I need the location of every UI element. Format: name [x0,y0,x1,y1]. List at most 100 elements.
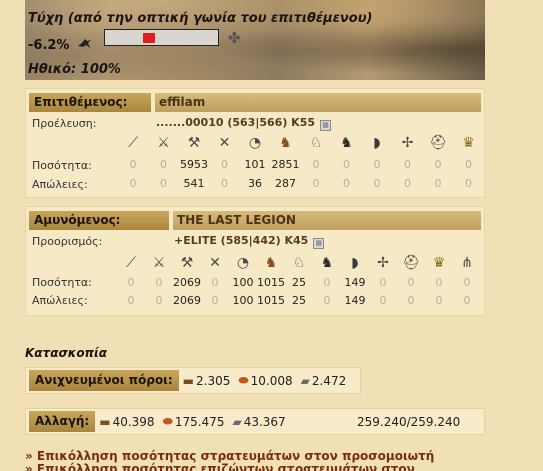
defender-quantity-cell: 100 [232,276,254,289]
defender-losses-label: Απώλειες: [32,294,88,307]
clay-icon: ⬬ [238,373,249,387]
attacker-quantity-cell: 0 [343,158,350,171]
attacker-losses-cell: 287 [275,177,296,190]
noble-icon: ♛ [432,255,446,271]
attacker-name[interactable]: effilam [155,93,481,112]
attacker-quantity-cell: 0 [129,158,137,171]
defender-losses-cell: 0 [127,294,135,307]
simulator-links: » Επικόλληση ποσότητας στρατευμάτων στον… [25,450,434,471]
change-box: Αλλαγή: ▬ 40.398 ⬬ 175.475 ▰ 43.367 259.240… [25,408,485,435]
target-village-text[interactable]: +ELITE (585|442) K45 [174,234,308,247]
wood-icon: ▬ [99,414,111,429]
clay-icon: ⬬ [162,414,173,428]
spear-icon: ⟋ [126,255,136,271]
defender-quantity-label: Ποσότητα: [32,276,92,289]
attacker-panel: Επιτιθέμενος: effilam Προέλευση: .......… [25,88,485,198]
change-label: Αλλαγή: [29,411,96,432]
attacker-losses-cell: 36 [248,177,262,190]
heavy-cavalry-icon: ♞ [320,255,334,271]
knight-icon: ⛑ [402,255,420,271]
iron-icon: ▰ [300,373,310,388]
attacker-quantity-cell: 0 [404,158,411,171]
sword-icon: ⚔ [152,255,166,271]
defender-quantity-cell: 0 [435,276,443,289]
attacker-label: Επιτιθέμενος: [29,93,151,112]
attacker-quantity-label: Ποσότητα: [32,159,92,172]
defender-name[interactable]: THE LAST LEGION [173,211,481,230]
simulator-link-survivors[interactable]: » Επικόλληση ποσότητας επιζώντων στρατευ… [25,463,434,471]
defender-losses-cell: 0 [407,294,415,307]
attacker-losses-cell: 0 [465,177,472,190]
defender-quantity-cell: 0 [127,276,135,289]
map-icon[interactable]: ▦ [320,120,332,131]
defender-losses-cell: 100 [232,294,254,307]
attacker-quantity-cell: 0 [373,158,381,171]
defender-quantity-cell: 25 [292,276,306,289]
sword-icon: ⚔ [157,135,170,151]
defender-losses-cell: 0 [323,294,331,307]
defender-quantity-cell: 1015 [257,276,285,289]
change-iron: ▰ 43.367 [232,415,285,429]
defender-quantity-cell: 0 [407,276,415,289]
ram-icon: ◗ [373,135,381,151]
luck-percent: -6.2% [28,38,70,53]
attacker-header: Επιτιθέμενος: effilam [29,93,481,112]
archer-icon: ✕ [218,135,231,151]
mounted-archer-icon: ♘ [309,135,323,151]
attacker-quantity-cell: 0 [434,158,442,171]
change-wood: ▬ 40.398 [99,415,154,429]
origin-village-text[interactable]: .......00010 (563|566) K55 [156,116,315,129]
scouted-resources: Ανιχνευμένοι πόροι: ▬ 2.305 ⬬ 10.008 ▰ 2.47… [25,367,361,394]
scouted-clay: ⬬ 10.008 [238,373,292,388]
origin-label: Προέλευση: [32,117,97,130]
defender-quantity-cell: 0 [211,276,219,289]
catapult-icon: ✢ [377,255,389,271]
change-iron-value: 43.367 [243,414,286,429]
target-village[interactable]: +ELITE (585|442) K45 ▦ [174,234,325,249]
defender-losses-cell: 149 [344,294,366,307]
luck-banner: Τύχη (από την οπτική γωνία του επιτιθέμε… [25,0,485,80]
attacker-quantity-cell: 2851 [271,158,300,171]
luck-bar-indicator [143,33,155,43]
spear-icon: ⟋ [128,135,138,151]
haul-ratio: 259.240/259.240 [357,415,461,429]
militia-icon: ⋔ [461,255,473,271]
attacker-quantity-cell: 0 [465,158,472,171]
attacker-losses-cell: 541 [183,177,205,190]
scouted-iron: ▰ 2.472 [301,374,347,388]
change-clay-value: 175.475 [174,414,225,429]
morale-text: Ηθικό: 100% [28,62,121,77]
scouted-iron-value: 2.472 [311,373,347,388]
defender-quantity-cell: 0 [463,276,471,289]
defender-losses-cell: 0 [379,294,387,307]
defender-losses-cell: 0 [211,294,219,307]
defender-quantity-cell: 0 [155,276,163,289]
attacker-losses-cell: 0 [160,177,167,190]
change-wood-value: 40.398 [112,414,155,429]
axe-icon: ⚒ [180,255,194,271]
luck-bar [104,29,219,46]
scouted-wood: ▬ 2.305 [183,374,231,388]
defender-quantity-cell: 0 [323,276,331,289]
catapult-icon: ✢ [401,135,414,151]
axe-icon: ⚒ [187,135,201,151]
attacker-quantity-cell: 0 [312,158,320,171]
noble-icon: ♛ [462,135,475,151]
iron-icon: ▰ [232,414,242,429]
target-label: Προορισμός: [32,235,103,248]
attacker-losses-cell: 0 [343,177,350,190]
map-icon[interactable]: ▦ [313,238,325,249]
defender-label: Αμυνόμενος: [29,211,169,230]
origin-village[interactable]: .......00010 (563|566) K55 ▦ [156,116,332,131]
attacker-losses-cell: 0 [129,177,137,190]
wood-icon: ▬ [182,373,195,388]
attacker-losses-cell: 0 [373,177,381,190]
heavy-cavalry-icon: ♞ [340,135,353,151]
light-cavalry-icon: ♞ [264,255,278,271]
defender-quantity-cell: 2069 [173,276,201,289]
espionage-title: Κατασκοπία [25,346,107,360]
defender-losses-cell: 2069 [173,294,201,307]
defender-losses-cell: 0 [155,294,163,307]
defender-quantity-cell: 0 [379,276,387,289]
archer-icon: ✕ [209,255,221,271]
